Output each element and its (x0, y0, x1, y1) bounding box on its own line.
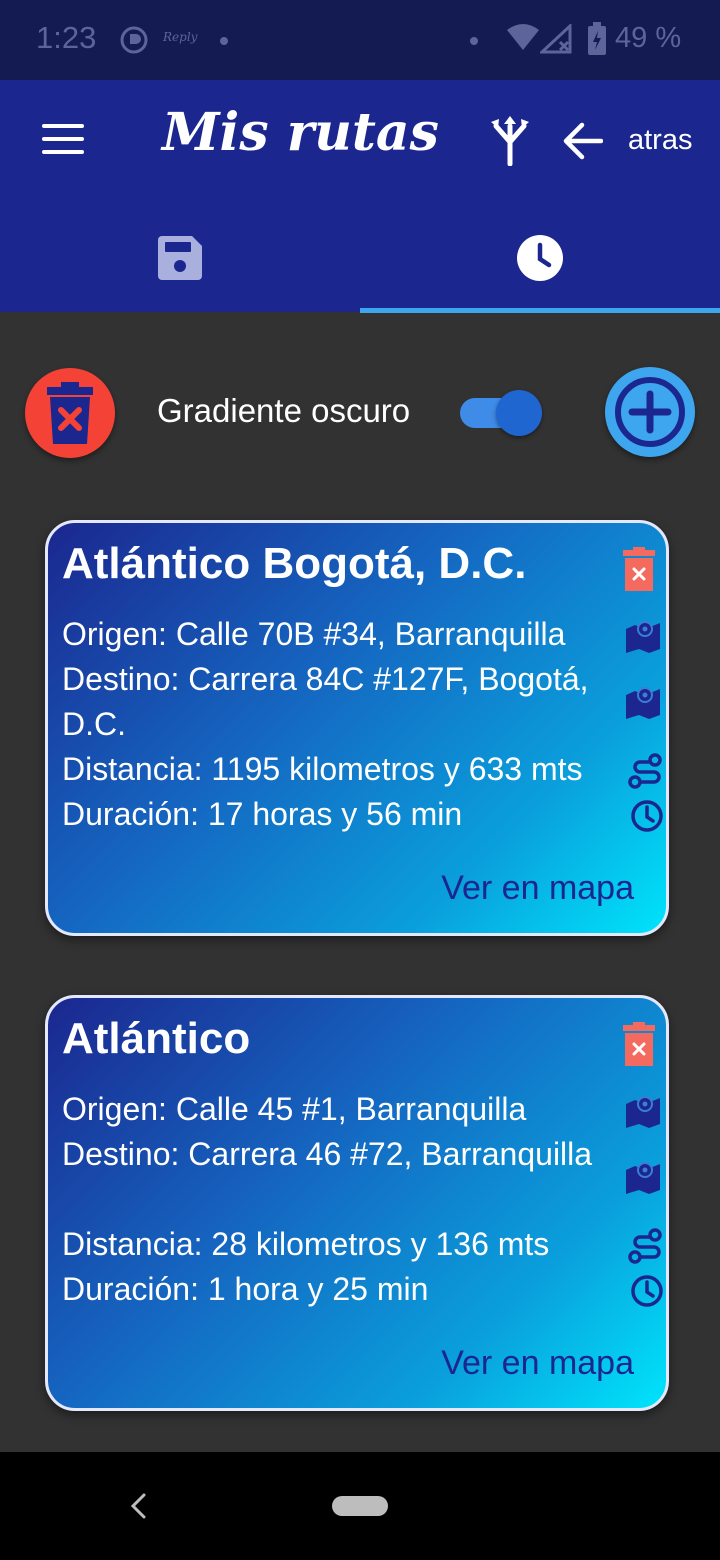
add-route-button[interactable] (605, 367, 695, 457)
wifi-icon (507, 24, 539, 50)
route-card: Atlántico Origen: Calle 45 #1, Barranqui… (45, 995, 669, 1411)
menu-icon[interactable] (42, 124, 84, 154)
route-distance: Distancia: 28 kilometros y 136 mts (62, 1222, 622, 1267)
gradient-toggle[interactable] (460, 390, 542, 436)
tab-saved-routes[interactable] (0, 220, 360, 312)
route-card: Atlántico Bogotá, D.C. Origen: Calle 70B… (45, 520, 669, 936)
route-duration: Duración: 1 hora y 25 min (62, 1267, 622, 1312)
save-icon (158, 236, 202, 280)
back-arrow-icon[interactable] (563, 122, 603, 160)
route-origin: Origen: Calle 45 #1, Barranquilla (62, 1091, 527, 1127)
route-title: Atlántico Bogotá, D.C. (62, 539, 527, 588)
route-distance-text: Distancia: 28 kilometros y 136 mts (62, 1226, 550, 1262)
map-icon (626, 687, 660, 719)
page-title: Mis rutas (162, 102, 439, 163)
gradient-toggle-label: Gradiente oscuro (157, 392, 411, 429)
view-on-map-link[interactable]: Ver en mapa (441, 1344, 634, 1383)
status-bar: 1:23 Reply 49 % (0, 0, 720, 80)
delete-route-icon[interactable] (621, 1022, 657, 1066)
add-icon (615, 377, 685, 447)
back-button[interactable]: atras (628, 124, 692, 157)
route-duration: Duración: 17 horas y 56 min (62, 792, 622, 837)
tab-indicator (360, 308, 720, 313)
system-nav-bar (0, 1452, 720, 1560)
map-icon (626, 1162, 660, 1194)
clock-icon (631, 800, 663, 832)
toggle-thumb (496, 390, 542, 436)
route-distance-text: Distancia: 1195 kilometros y 633 mts (62, 751, 583, 787)
notification-dot-icon (220, 37, 228, 45)
route-duration-text: Duración: 17 horas y 56 min (62, 796, 463, 832)
route-icon (628, 1228, 662, 1264)
route-destination: Destino: Carrera 46 #72, Barranquilla (62, 1136, 593, 1172)
battery-icon (588, 22, 606, 55)
status-time: 1:23 (36, 20, 97, 55)
delete-all-button[interactable] (25, 368, 115, 458)
tab-history[interactable] (360, 220, 720, 312)
route-distance: Distancia: 1195 kilometros y 633 mts (62, 747, 622, 792)
route-destination: Destino: Carrera 84C #127F, Bogotá, D.C. (62, 661, 589, 742)
route-duration-text: Duración: 1 hora y 25 min (62, 1271, 429, 1307)
map-icon (626, 621, 660, 653)
notification-dot-icon (470, 37, 478, 45)
status-app-text: Reply (163, 30, 198, 44)
route-title: Atlántico (62, 1014, 251, 1063)
nav-home-button[interactable] (332, 1496, 388, 1516)
delete-route-icon[interactable] (621, 547, 657, 591)
route-icon (628, 753, 662, 789)
clock-icon (517, 235, 563, 281)
route-origin: Origen: Calle 70B #34, Barranquilla (62, 616, 566, 652)
battery-percent: 49 % (615, 22, 682, 54)
app-notification-icon (120, 26, 148, 54)
route-fork-icon[interactable] (490, 116, 530, 166)
app-bar: Mis rutas atras (0, 80, 720, 313)
map-icon (626, 1096, 660, 1128)
clock-icon (631, 1275, 663, 1307)
signal-icon (540, 24, 572, 54)
trash-icon (47, 382, 93, 444)
nav-back-icon[interactable] (128, 1492, 148, 1520)
view-on-map-link[interactable]: Ver en mapa (441, 869, 634, 908)
